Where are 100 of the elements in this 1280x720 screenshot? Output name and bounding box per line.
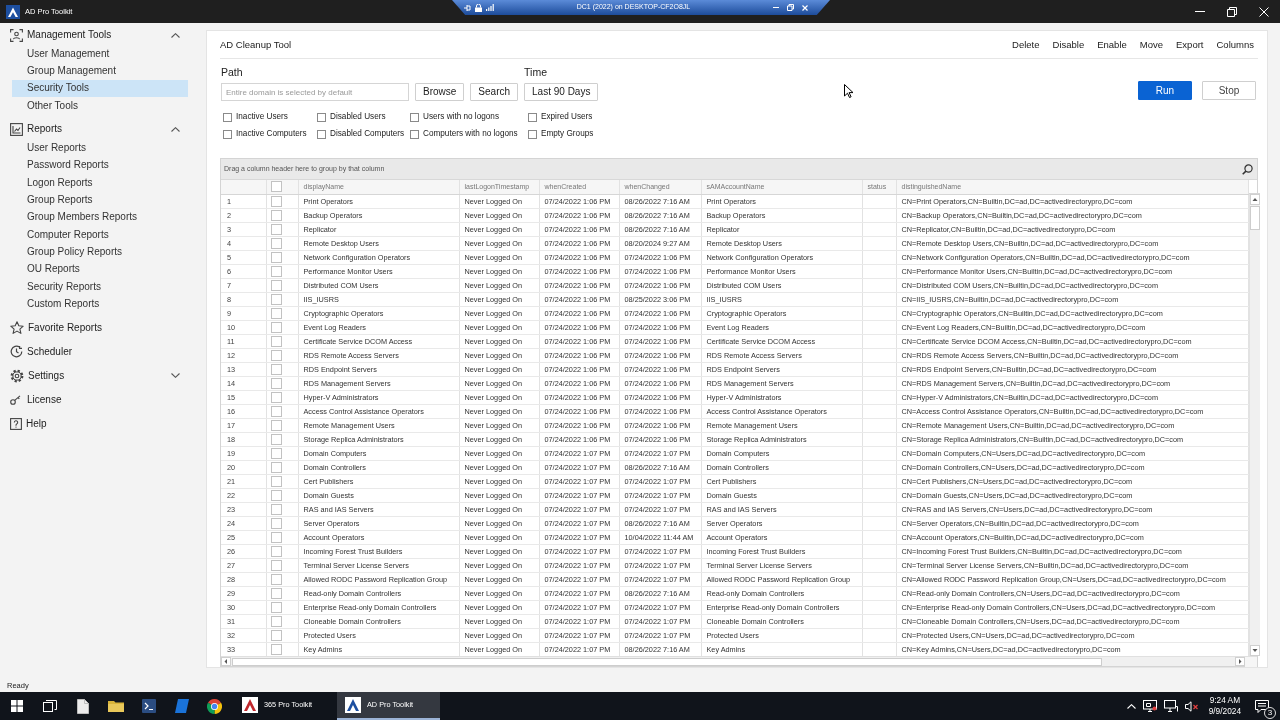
action-button[interactable]: Export <box>1176 38 1204 51</box>
row-checkbox[interactable] <box>270 223 282 235</box>
sidebar-item[interactable]: Custom Reports <box>12 295 188 313</box>
filter-checkbox[interactable] <box>317 112 326 122</box>
minimize-icon[interactable] <box>773 7 779 8</box>
sidebar-item[interactable]: Group Reports <box>12 191 188 209</box>
action-button[interactable]: Move <box>1139 38 1164 51</box>
row-checkbox[interactable] <box>270 433 282 445</box>
row-checkbox[interactable] <box>270 335 282 347</box>
search-icon[interactable] <box>1242 163 1253 175</box>
row-checkbox[interactable] <box>270 587 282 599</box>
sidebar-item[interactable]: License <box>6 387 188 412</box>
notification-icon[interactable] <box>1255 699 1269 713</box>
row-checkbox[interactable] <box>270 293 282 305</box>
action-button[interactable]: Columns <box>1216 38 1254 51</box>
sidebar-item[interactable]: OU Reports <box>12 260 188 278</box>
row-checkbox[interactable] <box>270 545 282 557</box>
filter-checkbox[interactable] <box>223 112 232 122</box>
filter-checkbox[interactable] <box>528 129 537 139</box>
browser-icon[interactable] <box>207 698 222 714</box>
sidebar-item[interactable]: Favorite Reports <box>6 315 188 340</box>
document-icon[interactable] <box>76 698 89 714</box>
pin-icon[interactable] <box>464 3 471 12</box>
row-checkbox[interactable] <box>270 461 282 473</box>
run-button[interactable]: Run <box>1138 81 1192 100</box>
notebook-icon[interactable] <box>174 699 189 713</box>
terminal-icon[interactable] <box>141 699 156 713</box>
sidebar-item[interactable]: User Management <box>12 45 188 63</box>
sidebar-item[interactable]: Password Reports <box>12 156 188 174</box>
time-range-dropdown[interactable]: Last 90 Days <box>524 83 599 101</box>
sidebar-item[interactable]: Security Tools <box>12 79 188 97</box>
row-checkbox[interactable] <box>270 503 282 515</box>
row-checkbox[interactable] <box>270 643 282 655</box>
sidebar-item[interactable]: Computer Reports <box>12 225 188 244</box>
filter-checkbox[interactable] <box>223 129 232 139</box>
row-checkbox[interactable] <box>270 377 282 389</box>
stop-button[interactable]: Stop <box>1202 81 1256 100</box>
clock-icon <box>10 345 23 359</box>
action-button[interactable]: Delete <box>1012 38 1040 51</box>
row-checkbox[interactable] <box>270 349 282 361</box>
scrollbar-thumb[interactable] <box>1249 206 1260 230</box>
row-checkbox[interactable] <box>270 209 282 221</box>
row-checkbox[interactable] <box>270 573 282 585</box>
sidebar-item[interactable]: Group Members Reports <box>12 208 188 226</box>
task-view-icon[interactable] <box>42 700 57 712</box>
filter-checkbox[interactable] <box>410 129 419 139</box>
row-checkbox[interactable] <box>270 559 282 571</box>
search-button[interactable]: Search <box>470 83 519 101</box>
sidebar-item[interactable]: Scheduler <box>6 339 188 364</box>
action-button[interactable]: Disable <box>1052 38 1085 51</box>
row-checkbox[interactable] <box>270 237 282 249</box>
row-checkbox[interactable] <box>270 475 282 487</box>
sidebar-section-header[interactable]: Management Tools <box>6 23 188 47</box>
close-icon <box>1259 6 1269 17</box>
row-checkbox[interactable] <box>270 307 282 319</box>
filter-checkbox[interactable] <box>528 112 537 122</box>
close-icon[interactable] <box>802 4 808 11</box>
star-icon <box>10 321 24 335</box>
browse-button[interactable]: Browse <box>415 83 465 101</box>
row-checkbox[interactable] <box>270 517 282 529</box>
row-checkbox[interactable] <box>270 629 282 641</box>
row-checkbox[interactable] <box>270 489 282 501</box>
action-button[interactable]: Enable <box>1097 38 1127 51</box>
row-checkbox[interactable] <box>270 391 282 403</box>
sidebar-item[interactable]: Group Policy Reports <box>12 243 188 261</box>
sidebar-item[interactable]: Security Reports <box>12 277 188 296</box>
sidebar-section-header[interactable]: Reports <box>6 117 188 142</box>
chevron-up-icon[interactable] <box>171 32 180 38</box>
filter-checkbox[interactable] <box>317 129 326 139</box>
sidebar-item[interactable]: Other Tools <box>12 97 188 115</box>
row-checkbox[interactable] <box>270 531 282 543</box>
signal-icon <box>486 4 494 11</box>
row-checkbox[interactable] <box>270 405 282 417</box>
volume-icon[interactable] <box>1184 700 1199 712</box>
restore-icon[interactable] <box>787 4 794 11</box>
row-checkbox[interactable] <box>270 419 282 431</box>
sidebar-item[interactable]: User Reports <box>12 139 188 157</box>
sidebar-item[interactable]: Help <box>6 411 188 436</box>
start-icon[interactable] <box>10 700 23 712</box>
row-checkbox[interactable] <box>270 447 282 459</box>
network-icon[interactable] <box>1163 700 1178 712</box>
row-checkbox[interactable] <box>270 265 282 277</box>
row-checkbox[interactable] <box>270 195 282 207</box>
sidebar-section-header[interactable]: Settings <box>6 363 188 388</box>
sidebar-item[interactable]: Group Management <box>12 62 188 80</box>
chevron-up-icon[interactable] <box>171 126 180 132</box>
select-all-checkbox[interactable] <box>270 181 282 193</box>
sidebar-item[interactable]: Logon Reports <box>12 173 188 192</box>
folder-icon[interactable] <box>107 700 124 712</box>
row-checkbox[interactable] <box>270 279 282 291</box>
row-checkbox[interactable] <box>270 321 282 333</box>
screen-icon[interactable] <box>1142 700 1157 712</box>
vertical-scrollbar[interactable] <box>1248 194 1260 656</box>
row-checkbox[interactable] <box>270 615 282 627</box>
row-checkbox[interactable] <box>270 601 282 613</box>
row-checkbox[interactable] <box>270 251 282 263</box>
chevron-down-icon[interactable] <box>171 373 180 379</box>
path-field[interactable]: Entire domain is selected by default <box>221 83 409 101</box>
row-checkbox[interactable] <box>270 363 282 375</box>
filter-checkbox[interactable] <box>410 112 419 122</box>
